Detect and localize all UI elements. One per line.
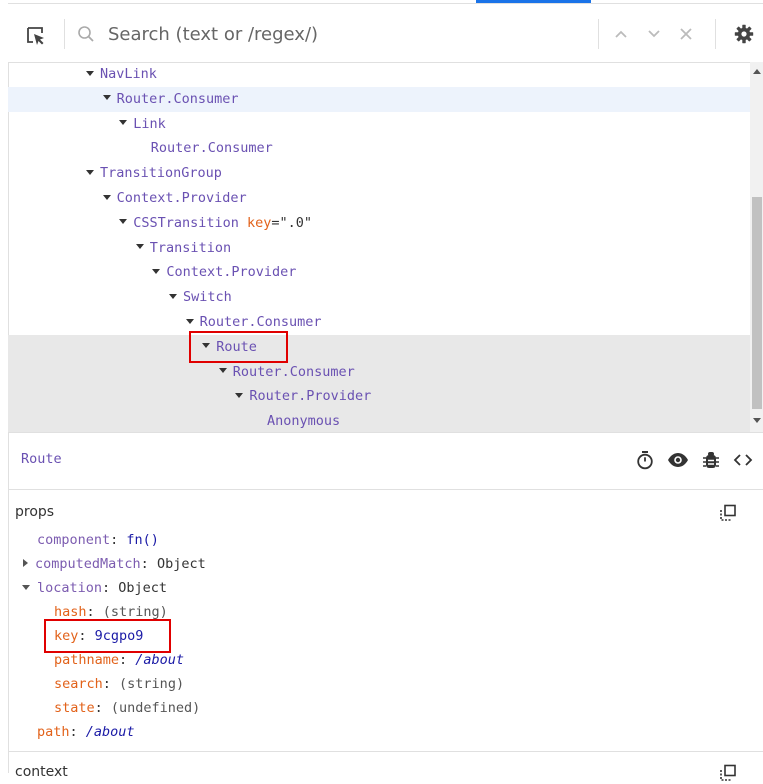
tree-row[interactable]: Link bbox=[8, 112, 750, 137]
eye-icon[interactable] bbox=[667, 449, 689, 471]
prop-key: state bbox=[54, 700, 95, 716]
prop-location[interactable]: location: Object bbox=[22, 576, 167, 600]
clear-search-icon[interactable] bbox=[676, 24, 696, 44]
scroll-up-arrow-icon[interactable] bbox=[753, 69, 761, 74]
select-element-icon[interactable] bbox=[22, 22, 50, 50]
tree-row[interactable]: Router.Provider bbox=[8, 384, 750, 410]
props-section-title: props bbox=[15, 504, 55, 520]
tree-node-label: Router.Consumer bbox=[150, 140, 273, 157]
toolbar bbox=[8, 4, 763, 63]
tree-row[interactable]: Context.Provider bbox=[8, 260, 750, 285]
previous-result-icon[interactable] bbox=[611, 24, 631, 44]
expand-arrow-icon[interactable] bbox=[135, 244, 144, 250]
tree-row[interactable]: CSSTransition key=".0" bbox=[8, 211, 750, 236]
tree-node-label: Router.Consumer bbox=[116, 90, 239, 107]
tree-node-label: NavLink bbox=[100, 66, 157, 82]
prop-value: (string) bbox=[119, 676, 185, 692]
tree-row[interactable]: Anonymous bbox=[8, 409, 750, 432]
prop-key: path bbox=[37, 724, 70, 740]
tree-node-label: TransitionGroup bbox=[100, 165, 222, 182]
prop-key: computedMatch bbox=[35, 556, 141, 572]
bug-icon[interactable] bbox=[700, 449, 722, 471]
tree-node-label: Router.Provider bbox=[249, 388, 372, 405]
search-input[interactable] bbox=[108, 20, 588, 48]
toolbar-separator bbox=[598, 19, 599, 49]
prop-value: (undefined) bbox=[110, 700, 201, 716]
tree-node-label: Anonymous bbox=[267, 413, 341, 430]
prop-value: /about bbox=[135, 652, 185, 668]
expand-arrow-icon[interactable] bbox=[119, 219, 128, 225]
tree-row[interactable]: Router.Consumer bbox=[8, 86, 750, 112]
tree-node-label: Context.Provider bbox=[166, 264, 297, 281]
prop-value: Object bbox=[156, 556, 206, 572]
prop-key: location bbox=[37, 580, 103, 596]
tree-node-attr-name: key bbox=[247, 214, 272, 231]
view-source-icon[interactable] bbox=[732, 449, 754, 471]
tree-node-label: Router.Consumer bbox=[199, 314, 322, 330]
tree-node-label: CSSTransition bbox=[133, 214, 239, 231]
tree-row[interactable]: Switch bbox=[8, 285, 750, 310]
settings-gear-icon[interactable] bbox=[732, 22, 756, 46]
panel-divider bbox=[8, 751, 763, 752]
expand-arrow-icon[interactable] bbox=[86, 169, 94, 175]
prop-path[interactable]: path: /about bbox=[37, 720, 135, 744]
stopwatch-icon[interactable] bbox=[634, 449, 656, 471]
collapse-arrow-icon[interactable] bbox=[22, 584, 30, 590]
tree-row[interactable]: Transition bbox=[8, 236, 750, 261]
search-icon bbox=[76, 24, 96, 44]
expand-arrow-icon[interactable] bbox=[23, 559, 28, 567]
prop-key: search bbox=[54, 676, 103, 692]
copy-icon[interactable] bbox=[717, 502, 739, 524]
prop-state[interactable]: state: (undefined) bbox=[54, 696, 200, 720]
prop-value: /about bbox=[85, 724, 135, 740]
prop-value: (string) bbox=[102, 604, 168, 620]
expand-arrow-icon[interactable] bbox=[152, 268, 161, 274]
key-highlight-box bbox=[44, 619, 171, 653]
prop-key: component bbox=[37, 532, 111, 548]
context-section-title: context bbox=[15, 764, 68, 780]
tree-row[interactable]: Context.Provider bbox=[8, 186, 750, 211]
prop-computedMatch[interactable]: computedMatch: Object bbox=[23, 552, 206, 576]
prop-component[interactable]: component: fn() bbox=[37, 528, 159, 552]
expand-arrow-icon[interactable] bbox=[86, 70, 94, 76]
tree-node-label: Switch bbox=[183, 289, 232, 306]
prop-value: fn() bbox=[126, 532, 159, 548]
scroll-down-arrow-icon[interactable] bbox=[753, 418, 761, 423]
expand-arrow-icon[interactable] bbox=[102, 95, 111, 101]
toolbar-separator bbox=[64, 19, 65, 49]
route-highlight-box bbox=[189, 331, 288, 363]
tree-node-label: Router.Consumer bbox=[232, 363, 355, 380]
panel-divider bbox=[8, 489, 763, 490]
next-result-icon[interactable] bbox=[644, 24, 664, 44]
expand-arrow-icon[interactable] bbox=[119, 120, 128, 126]
tree-row[interactable]: Router.Consumer bbox=[8, 359, 750, 385]
expand-arrow-icon[interactable] bbox=[185, 318, 194, 324]
toolbar-separator bbox=[715, 19, 716, 49]
panel-divider bbox=[8, 432, 763, 433]
prop-key: pathname bbox=[54, 652, 120, 668]
tree-row[interactable]: TransitionGroup bbox=[8, 161, 750, 186]
tree-row[interactable]: Router.Consumer bbox=[8, 310, 750, 335]
prop-key: hash bbox=[54, 604, 87, 620]
copy-icon[interactable] bbox=[717, 762, 739, 784]
tree-row[interactable]: NavLink bbox=[8, 62, 750, 87]
selected-component-name: Route bbox=[21, 451, 62, 467]
expand-arrow-icon[interactable] bbox=[218, 368, 227, 374]
expand-arrow-icon[interactable] bbox=[102, 194, 111, 200]
expand-arrow-icon[interactable] bbox=[169, 293, 177, 299]
tree-row[interactable]: Route bbox=[8, 334, 750, 360]
tree-node-label: Transition bbox=[149, 239, 232, 256]
tree-scrollbar-thumb[interactable] bbox=[752, 197, 762, 409]
tree-row[interactable]: Router.Consumer bbox=[8, 136, 750, 161]
tree-node-label: Context.Provider bbox=[116, 190, 247, 206]
expand-arrow-icon[interactable] bbox=[235, 392, 244, 398]
tree-node-attr-value: ".0" bbox=[279, 214, 313, 231]
tree-node-label: Link bbox=[133, 115, 166, 132]
prop-value: Object bbox=[118, 580, 168, 596]
prop-search[interactable]: search: (string) bbox=[54, 672, 184, 696]
component-tree: NavLink Router.Consumer Link Router.Consume… bbox=[8, 62, 750, 432]
